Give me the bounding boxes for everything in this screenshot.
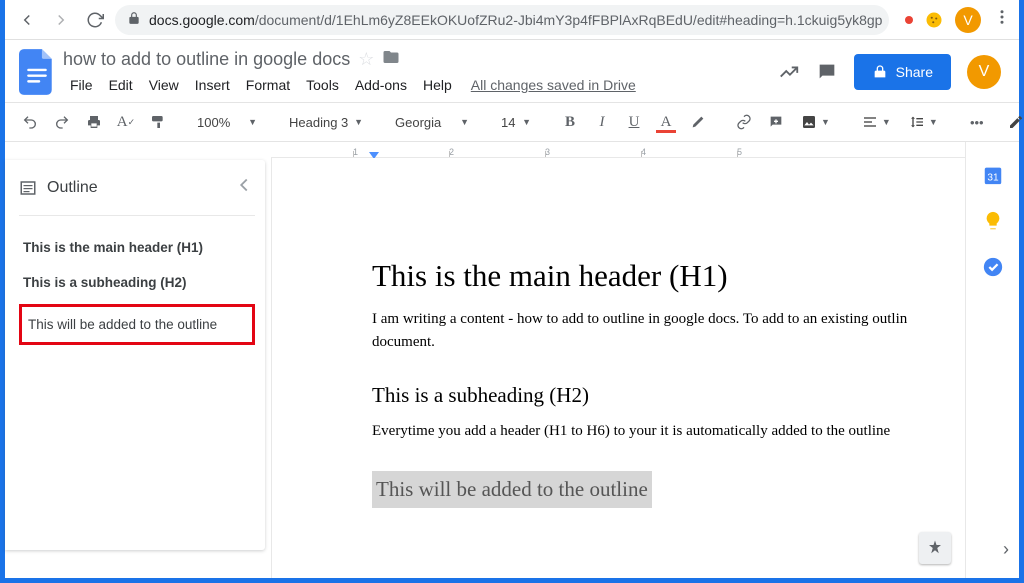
spellcheck-button[interactable]: A✓ [113, 109, 139, 135]
activity-icon[interactable] [778, 61, 800, 83]
menu-file[interactable]: File [63, 75, 100, 95]
menu-tools[interactable]: Tools [299, 75, 346, 95]
share-button[interactable]: Share [854, 54, 951, 90]
account-avatar[interactable]: V [967, 55, 1001, 89]
underline-button[interactable]: U [621, 109, 647, 135]
insert-link-button[interactable] [731, 109, 757, 135]
extension-icons: V [895, 7, 1011, 33]
nav-forward-button[interactable] [47, 6, 75, 34]
browser-top-bar: docs.google.com/document/d/1EhLm6yZ8EEkO… [5, 0, 1019, 40]
zoom-dropdown[interactable]: 100%▼ [191, 109, 263, 135]
more-tools-button[interactable]: ••• [964, 109, 990, 135]
text-color-button[interactable]: A [653, 109, 679, 135]
doc-h1[interactable]: This is the main header (H1) [372, 258, 965, 294]
nav-reload-button[interactable] [81, 6, 109, 34]
menu-help[interactable]: Help [416, 75, 459, 95]
doc-selected-heading[interactable]: This will be added to the outline [372, 471, 652, 508]
ext-red-dot-icon[interactable] [905, 16, 913, 24]
doc-p1[interactable]: I am writing a content - how to add to o… [372, 308, 952, 355]
horizontal-ruler[interactable]: 12345 [271, 142, 965, 158]
docs-main: Outline This is the main header (H1) Thi… [5, 142, 1019, 578]
docs-header: how to add to outline in google docs ☆ F… [5, 40, 1019, 96]
show-side-panel-button[interactable]: › [1003, 539, 1009, 560]
paint-format-button[interactable] [145, 109, 171, 135]
doc-title[interactable]: how to add to outline in google docs [63, 49, 350, 70]
outline-title: Outline [47, 179, 98, 197]
comments-icon[interactable] [816, 61, 838, 83]
browser-menu-icon[interactable] [993, 8, 1011, 31]
outline-item-h2[interactable]: This is a subheading (H2) [19, 265, 255, 300]
italic-button[interactable]: I [589, 109, 615, 135]
print-button[interactable] [81, 109, 107, 135]
lock-icon [127, 11, 141, 28]
menu-format[interactable]: Format [239, 75, 297, 95]
menu-view[interactable]: View [142, 75, 186, 95]
docs-menu-bar: File Edit View Insert Format Tools Add-o… [63, 75, 636, 95]
menu-edit[interactable]: Edit [102, 75, 140, 95]
nav-back-button[interactable] [13, 6, 41, 34]
outline-panel: Outline This is the main header (H1) Thi… [5, 160, 265, 550]
outline-item-h1[interactable]: This is the main header (H1) [19, 230, 255, 265]
outline-icon [19, 179, 37, 197]
menu-insert[interactable]: Insert [188, 75, 237, 95]
docs-toolbar: A✓ 100%▼ Heading 3▼ Georgia▼ 14▼ B I U A… [5, 102, 1019, 142]
doc-p2[interactable]: Everytime you add a header (H1 to H6) to… [372, 420, 952, 443]
docs-logo-icon[interactable] [19, 48, 55, 96]
insert-image-button[interactable]: ▼ [795, 109, 836, 135]
document-canvas: 12345 This is the main header (H1) I am … [271, 142, 965, 578]
calendar-icon[interactable]: 31 [982, 164, 1004, 186]
font-dropdown[interactable]: Georgia▼ [389, 109, 475, 135]
tasks-icon[interactable] [982, 256, 1004, 278]
line-spacing-button[interactable]: ▼ [903, 109, 944, 135]
align-button[interactable]: ▼ [856, 109, 897, 135]
browser-avatar[interactable]: V [955, 7, 981, 33]
url-text: docs.google.com/document/d/1EhLm6yZ8EEkO… [149, 12, 882, 28]
svg-text:31: 31 [987, 173, 999, 184]
outline-item-new[interactable]: This will be added to the outline [19, 304, 255, 345]
font-size-dropdown[interactable]: 14▼ [495, 109, 537, 135]
doc-h2[interactable]: This is a subheading (H2) [372, 383, 965, 408]
bold-button[interactable]: B [557, 109, 583, 135]
undo-button[interactable] [17, 109, 43, 135]
side-rail: 31 [965, 142, 1019, 578]
editing-mode-button[interactable]: ▼ [1002, 109, 1024, 135]
explore-button[interactable] [919, 532, 951, 564]
doc-folder-icon[interactable] [382, 48, 400, 71]
url-bar[interactable]: docs.google.com/document/d/1EhLm6yZ8EEkO… [115, 5, 889, 35]
share-label: Share [896, 64, 933, 80]
insert-comment-button[interactable] [763, 109, 789, 135]
redo-button[interactable] [49, 109, 75, 135]
keep-icon[interactable] [982, 210, 1004, 232]
menu-addons[interactable]: Add-ons [348, 75, 414, 95]
ext-cookie-icon[interactable] [925, 11, 943, 29]
document-page[interactable]: This is the main header (H1) I am writin… [271, 158, 965, 578]
doc-star-icon[interactable]: ☆ [358, 49, 374, 70]
highlight-color-button[interactable] [685, 109, 711, 135]
style-dropdown[interactable]: Heading 3▼ [283, 109, 369, 135]
outline-collapse-button[interactable] [233, 174, 255, 201]
save-status[interactable]: All changes saved in Drive [471, 77, 636, 93]
